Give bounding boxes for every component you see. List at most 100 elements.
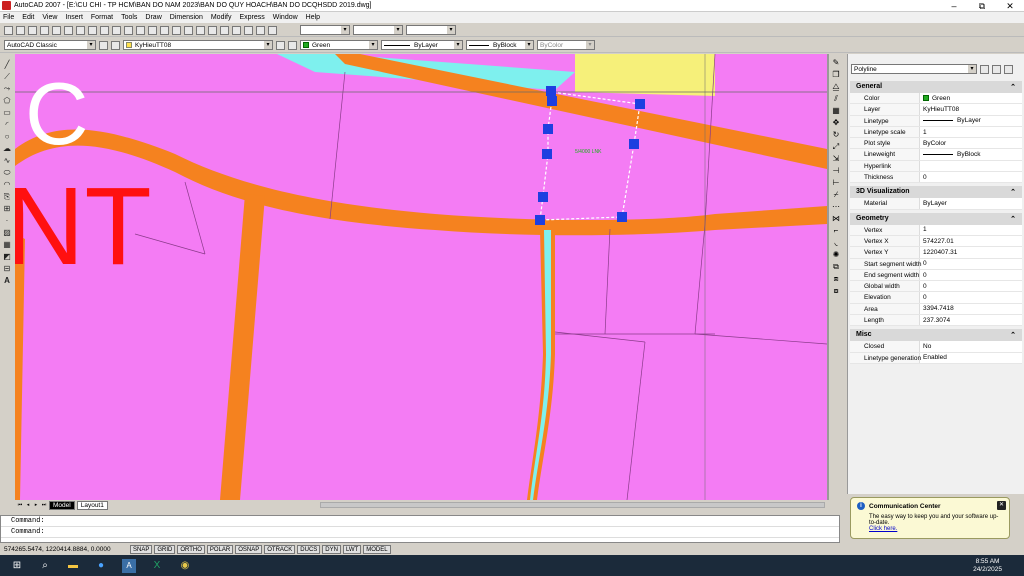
next-tab-icon[interactable]: ▸ bbox=[33, 502, 39, 508]
start-icon[interactable]: ⊞ bbox=[10, 559, 24, 573]
prop-row-vertex[interactable]: Vertex 1 bbox=[850, 224, 1022, 236]
dim-style-combo[interactable]: ▾ bbox=[353, 25, 403, 35]
zoom-previous-icon[interactable] bbox=[184, 25, 193, 35]
quick-select-icon[interactable] bbox=[1004, 64, 1013, 74]
section-3d-visualization[interactable]: 3D Visualization ⌃ bbox=[850, 186, 1022, 199]
close-button[interactable]: ✕ bbox=[996, 0, 1024, 12]
grip[interactable] bbox=[543, 124, 553, 134]
grip[interactable] bbox=[617, 212, 627, 222]
multiline-text-icon[interactable]: A bbox=[2, 276, 12, 285]
menu-express[interactable]: Express bbox=[239, 14, 264, 21]
ortho-toggle[interactable]: ORTHO bbox=[177, 544, 205, 554]
workspace-combo[interactable]: AutoCAD Classic ▾ bbox=[4, 40, 96, 50]
prop-row-material[interactable]: Material ByLayer bbox=[850, 198, 1022, 210]
match-properties-icon[interactable] bbox=[112, 25, 121, 35]
grip[interactable] bbox=[546, 86, 556, 96]
grip[interactable] bbox=[538, 192, 548, 202]
redo-icon[interactable] bbox=[136, 25, 145, 35]
drawing-horizontal-scrollbar[interactable] bbox=[320, 502, 825, 508]
snap-toggle[interactable]: SNAP bbox=[130, 544, 153, 554]
autocad-taskbar-icon[interactable]: A bbox=[122, 558, 136, 573]
workspace-settings-icon[interactable] bbox=[99, 40, 108, 50]
polygon-icon[interactable]: ⬠ bbox=[2, 96, 12, 105]
trim-icon[interactable]: ⊣ bbox=[831, 166, 841, 175]
excel-icon[interactable]: X bbox=[150, 559, 164, 573]
grip[interactable] bbox=[635, 99, 645, 109]
plotstyle-combo[interactable]: ByColor ▾ bbox=[537, 40, 595, 50]
last-tab-icon[interactable]: ⏭ bbox=[41, 502, 47, 508]
chamfer-icon[interactable]: ⌐ bbox=[831, 226, 841, 235]
region-icon[interactable]: ◩ bbox=[2, 252, 12, 261]
menu-dimension[interactable]: Dimension bbox=[170, 14, 203, 21]
linetype-combo[interactable]: ByLayer ▾ bbox=[381, 40, 463, 50]
ellipse-icon[interactable]: ⬭ bbox=[2, 168, 12, 177]
gradient-icon[interactable]: ▦ bbox=[2, 240, 12, 249]
ducs-toggle[interactable]: DUCS bbox=[297, 544, 321, 554]
tool-palettes-icon[interactable] bbox=[220, 25, 229, 35]
hatch-icon[interactable]: ▨ bbox=[2, 228, 12, 237]
zoom-window-icon[interactable] bbox=[172, 25, 181, 35]
prop-row-plot-style[interactable]: Plot style ByColor bbox=[850, 138, 1022, 150]
revision-cloud-icon[interactable]: ☁ bbox=[2, 144, 12, 153]
minimize-button[interactable]: – bbox=[940, 0, 968, 12]
model-toggle[interactable]: MODEL bbox=[363, 544, 391, 554]
properties-icon[interactable] bbox=[196, 25, 205, 35]
prop-row-end-width[interactable]: End segment width 0 bbox=[850, 269, 1022, 282]
menu-view[interactable]: View bbox=[42, 14, 57, 21]
help-icon[interactable] bbox=[268, 25, 277, 35]
menu-window[interactable]: Window bbox=[273, 14, 298, 21]
grip[interactable] bbox=[547, 96, 557, 106]
copy-icon[interactable] bbox=[88, 25, 97, 35]
lwt-toggle[interactable]: LWT bbox=[342, 544, 362, 554]
toggle-pickadd-icon[interactable] bbox=[980, 64, 989, 74]
grip[interactable] bbox=[629, 139, 639, 149]
point-icon[interactable]: · bbox=[2, 216, 12, 225]
cut-icon[interactable] bbox=[76, 25, 85, 35]
break-at-point-icon[interactable]: ⌿ bbox=[831, 190, 841, 199]
section-misc[interactable]: Misc ⌃ bbox=[850, 329, 1022, 342]
command-window[interactable]: Command: Command: bbox=[0, 515, 840, 543]
zalo-icon[interactable]: ● bbox=[94, 559, 108, 573]
grid-toggle[interactable]: GRID bbox=[154, 544, 176, 554]
break-icon[interactable]: ⋯ bbox=[831, 202, 841, 211]
menu-modify[interactable]: Modify bbox=[211, 14, 232, 21]
lineweight-combo[interactable]: ByBlock ▾ bbox=[466, 40, 534, 50]
arc-icon[interactable]: ◜ bbox=[2, 120, 12, 129]
prop-row-hyperlink[interactable]: Hyperlink bbox=[850, 160, 1022, 173]
prop-row-start-width[interactable]: Start segment width 0 bbox=[850, 258, 1022, 270]
menu-help[interactable]: Help bbox=[306, 14, 320, 21]
prop-row-linetype-scale[interactable]: Linetype scale 1 bbox=[850, 126, 1022, 139]
object-type-select[interactable]: Polyline ▾ bbox=[851, 64, 977, 74]
ellipse-arc-icon[interactable]: ◠ bbox=[2, 180, 12, 189]
markup-icon[interactable] bbox=[244, 25, 253, 35]
make-block-icon[interactable]: ⊞ bbox=[2, 204, 12, 213]
prop-row-length[interactable]: Length 237.3074 bbox=[850, 315, 1022, 327]
section-general[interactable]: General ⌃ bbox=[850, 81, 1022, 93]
file-explorer-icon[interactable]: ▬ bbox=[66, 559, 80, 573]
plot-preview-icon[interactable] bbox=[52, 25, 61, 35]
prop-row-vertex-x[interactable]: Vertex X 574227.01 bbox=[850, 235, 1022, 248]
section-geometry[interactable]: Geometry ⌃ bbox=[850, 212, 1022, 225]
close-notification-icon[interactable]: ✕ bbox=[997, 501, 1006, 510]
menu-tools[interactable]: Tools bbox=[121, 14, 137, 21]
explode-icon[interactable]: ✺ bbox=[831, 250, 841, 259]
clock-date[interactable]: 24/2/2025 bbox=[973, 566, 1002, 574]
join-icon[interactable]: ⋈ bbox=[831, 214, 841, 223]
spline-icon[interactable]: ∿ bbox=[2, 156, 12, 165]
scale-icon[interactable]: ⤢ bbox=[831, 142, 841, 151]
prop-row-closed[interactable]: Closed No bbox=[850, 341, 1022, 353]
dyn-toggle[interactable]: DYN bbox=[322, 544, 341, 554]
send-back-icon[interactable]: ⧇ bbox=[831, 286, 841, 295]
clock-time[interactable]: 8:55 AM bbox=[973, 558, 1002, 566]
polar-toggle[interactable]: POLAR bbox=[206, 544, 234, 554]
construction-line-icon[interactable]: ⟋ bbox=[2, 72, 12, 81]
select-objects-icon[interactable] bbox=[992, 64, 1001, 74]
table-icon[interactable]: ⊟ bbox=[2, 264, 12, 273]
publish-icon[interactable] bbox=[64, 25, 73, 35]
circle-icon[interactable]: ○ bbox=[2, 132, 12, 141]
menu-file[interactable]: File bbox=[3, 14, 14, 21]
command-input-line[interactable]: Command: bbox=[1, 527, 839, 538]
bring-front-icon[interactable]: ⧈ bbox=[831, 274, 841, 283]
prop-row-area[interactable]: Area 3394.7418 bbox=[850, 303, 1022, 316]
prop-row-linetype-generation[interactable]: Linetype generation Enabled bbox=[850, 352, 1022, 364]
